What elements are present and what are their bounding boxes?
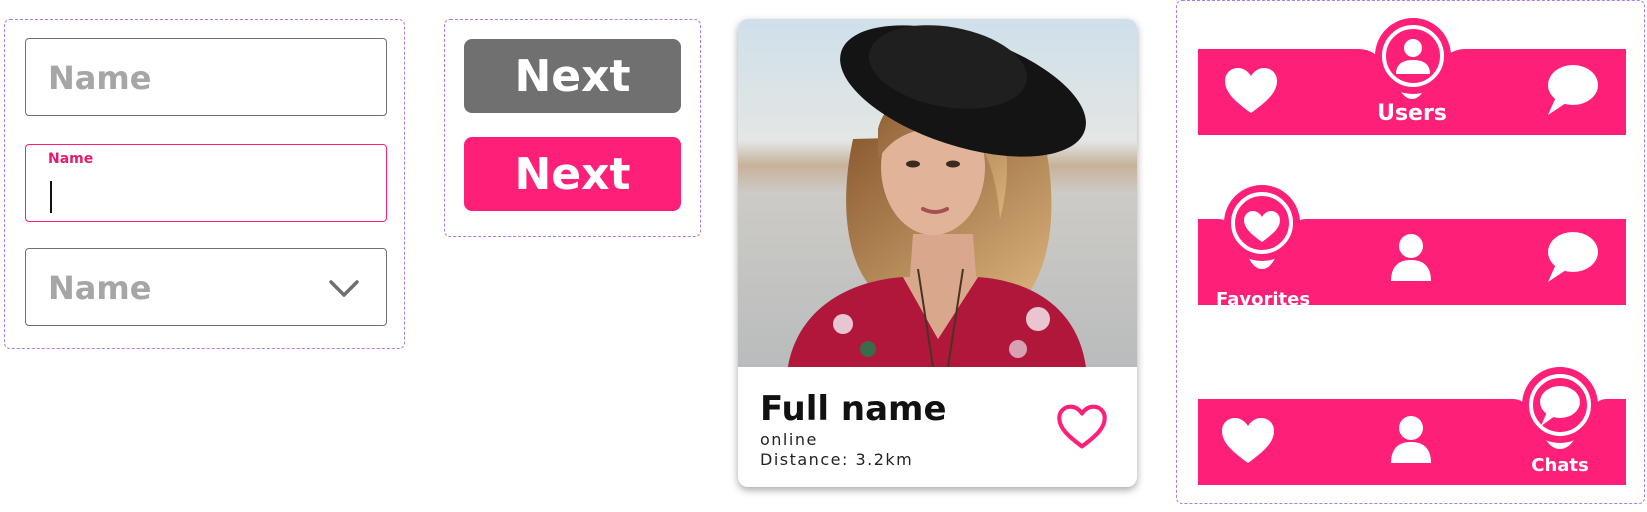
nav-label-users: Users: [1377, 101, 1447, 126]
name-select-placeholder: Name: [48, 269, 152, 307]
name-input-floating-label: Name: [48, 151, 94, 167]
profile-online-status: online: [760, 430, 818, 449]
bottom-nav-favorites-active: Favorites: [1198, 185, 1626, 310]
name-input-focused[interactable]: Name: [25, 144, 387, 222]
chevron-down-icon[interactable]: [328, 279, 360, 299]
profile-photo: [738, 19, 1137, 367]
nav-label-chats: Chats: [1531, 455, 1589, 476]
nav-label-favorites: Favorites: [1215, 289, 1311, 310]
name-input-placeholder: Name: [48, 59, 152, 97]
user-icon-active[interactable]: [1375, 18, 1451, 94]
name-select[interactable]: Name: [25, 248, 387, 326]
profile-distance: Distance: 3.2km: [760, 450, 914, 469]
profile-card[interactable]: Full name online Distance: 3.2km: [738, 19, 1137, 487]
heart-icon-active[interactable]: [1224, 185, 1300, 261]
next-button[interactable]: Next: [464, 137, 681, 211]
chat-icon-active[interactable]: [1522, 367, 1598, 443]
bottom-nav-chats-active: Chats: [1198, 367, 1626, 485]
text-caret: [50, 181, 52, 213]
bottom-nav-users-active: Users: [1198, 18, 1626, 135]
input-fields-group: Name Name Name: [4, 19, 405, 349]
heart-outline-icon[interactable]: [1054, 401, 1110, 451]
buttons-group: Next Next: [444, 19, 701, 237]
next-button-disabled[interactable]: Next: [464, 39, 681, 113]
bottom-nav-variants-group: Users Favorites Chats: [1176, 0, 1645, 504]
name-input[interactable]: Name: [25, 38, 387, 116]
profile-full-name: Full name: [760, 389, 947, 429]
